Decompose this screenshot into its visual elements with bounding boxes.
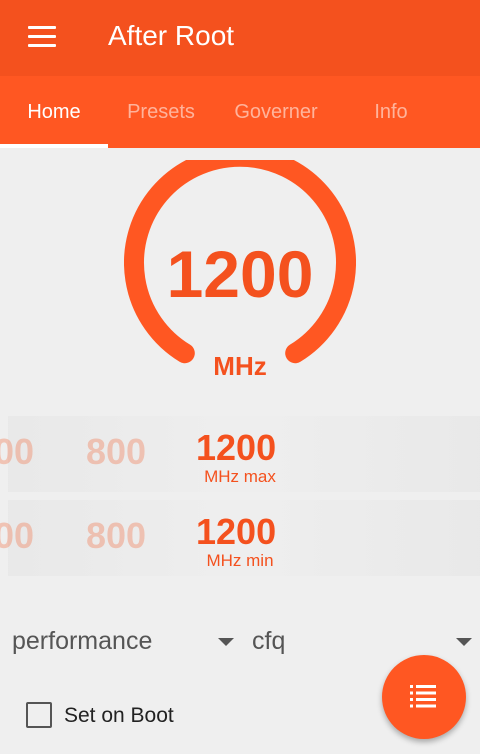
- tab-info[interactable]: Info: [338, 76, 444, 148]
- gauge-value: 1200: [166, 237, 314, 311]
- picker-label: MHz max: [204, 467, 276, 486]
- fab-list-button[interactable]: [382, 655, 466, 739]
- dropdown-arrow-icon: [456, 638, 472, 646]
- tab-governer[interactable]: Governer: [214, 76, 338, 148]
- hamburger-menu-icon[interactable]: [22, 22, 62, 52]
- tab-indicator: [0, 144, 108, 148]
- dropdown-arrow-icon: [218, 638, 234, 646]
- set-on-boot-label: Set on Boot: [64, 704, 174, 727]
- picker-value: 800: [86, 431, 147, 472]
- picker-value: 00: [0, 432, 34, 472]
- picker-selected-value: 1200: [196, 511, 277, 552]
- gauge-unit: MHz: [213, 351, 267, 381]
- picker-value: 00: [0, 516, 34, 556]
- set-on-boot-checkbox[interactable]: [26, 702, 52, 728]
- tab-home[interactable]: Home: [0, 76, 108, 148]
- picker-value: 800: [86, 515, 147, 556]
- list-icon: [410, 685, 436, 708]
- governor-dropdown[interactable]: performance: [12, 618, 238, 666]
- min-frequency-picker[interactable]: 00 800 1200 MHz min: [0, 500, 480, 576]
- tab-presets[interactable]: Presets: [108, 76, 214, 148]
- max-frequency-picker[interactable]: 00 800 1200 MHz max: [0, 416, 480, 492]
- app-title: After Root: [108, 20, 235, 51]
- picker-label: MHz min: [206, 551, 274, 570]
- governor-value: performance: [12, 627, 153, 655]
- tab-bar: Home Presets Governer Info: [0, 76, 480, 148]
- picker-selected-value: 1200: [196, 427, 277, 468]
- scheduler-value: cfq: [252, 627, 286, 655]
- app-bar: After Root: [0, 0, 480, 76]
